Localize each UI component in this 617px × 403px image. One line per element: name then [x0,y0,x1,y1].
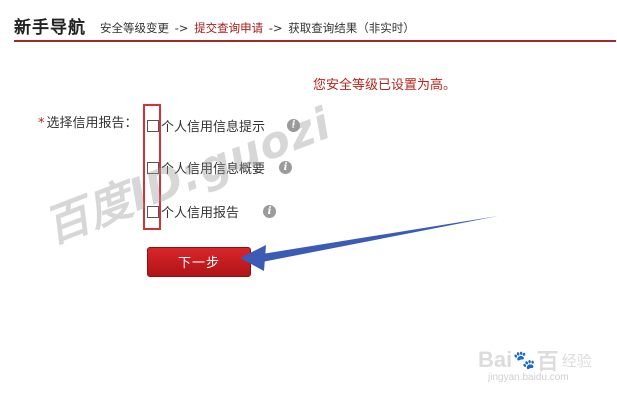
info-icon[interactable]: i [279,161,293,174]
paw-icon: 🐾 [513,349,536,371]
step-get-result: 获取查询结果（非实时） [288,21,415,35]
option-label: 个人信用报告 [161,206,240,221]
option-label: 个人信用信息概要 [161,162,266,177]
logo-product: 经验 [561,351,592,370]
baidu-jingyan-logo: Bai 🐾 百 经验 [478,344,592,376]
checkbox-highlight-box [143,104,161,230]
step-security-level: 安全等级变更 [100,21,169,35]
required-mark: * [38,116,45,131]
arrow-shaft [262,216,498,262]
logo-brand-right: 百 [536,349,559,374]
step-submit-query: 提交查询申请 [194,21,264,35]
page-title: 新手导航 [14,18,86,38]
logo-brand-left: Bai [478,347,513,372]
step-separator: -> [268,21,283,35]
option-credit-report[interactable]: 个人信用报告 i [147,202,277,221]
credit-report-label-text: 选择信用报告： [46,116,138,131]
logo-url: jingyan.baidu.com [488,372,569,383]
option-credit-info-tips[interactable]: 个人信用信息提示 i [147,116,301,135]
credit-report-label: * 选择信用报告： [38,112,138,131]
info-icon[interactable]: i [263,205,277,218]
nav-header: 新手导航 安全等级变更 -> 提交查询申请 -> 获取查询结果（非实时） [14,18,616,42]
step-separator: -> [174,21,189,35]
security-level-message: 您安全等级已设置为高。 [313,78,457,93]
breadcrumb: 安全等级变更 -> 提交查询申请 -> 获取查询结果（非实时） [100,18,415,38]
info-icon[interactable]: i [287,119,301,132]
next-step-button[interactable]: 下一步 [147,247,251,277]
option-credit-info-summary[interactable]: 个人信用信息概要 i [147,158,293,177]
option-label: 个人信用信息提示 [161,120,266,135]
annotation-arrow-icon [240,216,498,271]
